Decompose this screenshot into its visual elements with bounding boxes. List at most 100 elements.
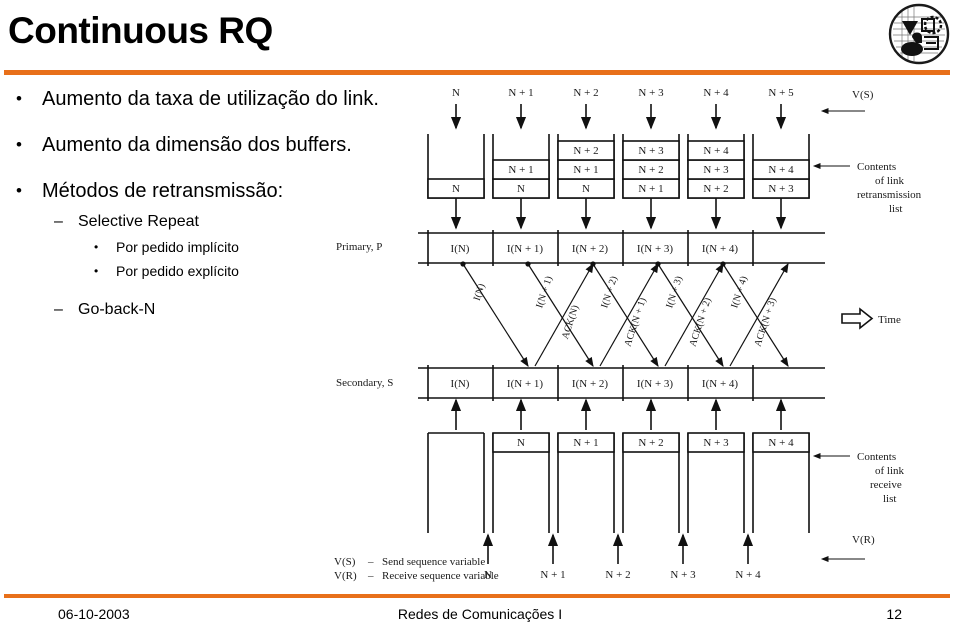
bottom-label: N + 3 xyxy=(670,569,696,581)
legend-eq: – xyxy=(367,570,374,582)
tx-cell: N + 3 xyxy=(638,145,664,157)
tx-cell: N + 4 xyxy=(768,164,794,176)
primary-label: Primary, P xyxy=(336,241,382,253)
top-label: N + 4 xyxy=(703,87,729,99)
tx-stack-0: N xyxy=(427,134,485,199)
receive-list-note: Contents of link receive list xyxy=(812,451,905,505)
top-label: N + 3 xyxy=(638,87,664,99)
title-divider xyxy=(4,70,950,75)
tx-cell: N xyxy=(517,183,525,195)
primary-axis: Primary, P I(N) I(N + 1) I(N + 2) I(N + … xyxy=(336,230,825,266)
top-label: N xyxy=(452,87,460,99)
tx-cell: N xyxy=(452,183,460,195)
tx-input-arrows xyxy=(450,104,787,130)
footer-divider xyxy=(4,594,950,598)
upward-ack-arrows: ACK(N) ACK(N + 1) ACK(N + 2) ACK(N + 3) xyxy=(534,262,789,367)
bullet-marker: – xyxy=(54,301,63,318)
tx-cell: N + 2 xyxy=(703,183,728,195)
rx-cell: N + 3 xyxy=(703,437,729,449)
top-sequence-labels: N N + 1 N + 2 N + 3 N + 4 N + 5 xyxy=(452,87,794,99)
tx-cell: N + 3 xyxy=(768,183,794,195)
bullet-marker: • xyxy=(16,89,22,108)
secondary-frame: I(N + 2) xyxy=(572,378,608,390)
diag-label: I(N + 4) xyxy=(729,275,750,310)
rx-cell: N + 2 xyxy=(638,437,663,449)
vs-label: V(S) xyxy=(852,89,874,101)
vs-indicator: V(S) xyxy=(820,89,874,115)
rx-stack-2: N + 1 xyxy=(557,432,615,533)
legend-eq: – xyxy=(367,556,374,568)
rx-stack-3: N + 2 xyxy=(622,432,680,533)
faculty-emblem-logo xyxy=(888,3,950,65)
bottom-label: N + 4 xyxy=(735,569,761,581)
bullet-marker: – xyxy=(54,213,63,230)
primary-frame: I(N) xyxy=(451,243,470,255)
footer: 06-10-2003 Redes de Comunicações I 12 xyxy=(0,604,960,628)
retransmission-list-note: Contents of link retransmission list xyxy=(812,161,922,215)
tx-cell: N + 1 xyxy=(638,183,663,195)
secondary-frame: I(N + 4) xyxy=(702,378,738,390)
secondary-frame: I(N + 3) xyxy=(637,378,673,390)
tx-cell: N + 4 xyxy=(703,145,729,157)
bullet-marker: • xyxy=(94,240,99,254)
tx-cell: N + 3 xyxy=(703,164,729,176)
tx-stack-4: N + 2 N + 3 N + 4 xyxy=(687,134,745,199)
tx-cell: N + 1 xyxy=(508,164,533,176)
note-line: list xyxy=(883,493,896,505)
primary-frame: I(N + 3) xyxy=(637,243,673,255)
rx-stack-5: N + 4 xyxy=(752,432,810,533)
note-line: retransmission xyxy=(857,189,922,201)
tx-stack-1: N N + 1 xyxy=(492,134,550,199)
legend-desc: Send sequence variable xyxy=(382,556,485,568)
diag-label: I(N + 1) xyxy=(534,275,555,310)
diag-label: I(N + 3) xyxy=(664,275,685,310)
secondary-frame: I(N) xyxy=(451,378,470,390)
tx-cell: N + 1 xyxy=(573,164,598,176)
vr-label: V(R) xyxy=(852,534,875,546)
diag-label: I(N + 2) xyxy=(599,275,620,310)
diagram-legend: V(S) – Send sequence variable V(R) – Rec… xyxy=(334,556,499,582)
note-line: list xyxy=(889,203,902,215)
note-line: Contents xyxy=(857,451,896,463)
rx-to-secondary-arrows xyxy=(450,398,787,430)
ack-label: ACK(N) xyxy=(560,304,581,341)
rx-cell: N + 1 xyxy=(573,437,598,449)
bottom-delivery-arrows: N N + 1 N + 2 N + 3 N + 4 xyxy=(482,533,761,581)
primary-frame: I(N + 2) xyxy=(572,243,608,255)
top-label: N + 5 xyxy=(768,87,794,99)
tx-stack-3: N + 1 N + 2 N + 3 xyxy=(622,134,680,199)
top-label: N + 1 xyxy=(508,87,533,99)
tx-to-primary-arrows xyxy=(450,198,787,230)
legend-symbol: V(R) xyxy=(334,570,357,582)
secondary-label: Secondary, S xyxy=(336,377,393,389)
vr-indicator: V(R) xyxy=(820,534,875,563)
note-line: of link xyxy=(875,465,905,477)
primary-frame: I(N + 4) xyxy=(702,243,738,255)
time-indicator: Time xyxy=(841,307,901,330)
tx-cell: N xyxy=(582,183,590,195)
rx-stack-0 xyxy=(427,432,485,533)
legend-symbol: V(S) xyxy=(334,556,356,568)
ack-label: ACK(N + 2) xyxy=(688,296,714,348)
primary-frame: I(N + 1) xyxy=(507,243,543,255)
ack-label: ACK(N + 3) xyxy=(753,296,779,348)
continuous-rq-timing-diagram: N N + 1 N + 2 N + 3 N + 4 N + 5 V(S) N N… xyxy=(330,78,960,583)
footer-course: Redes de Comunicações I xyxy=(397,606,563,622)
bottom-label: N + 2 xyxy=(605,569,630,581)
note-line: receive xyxy=(870,479,902,491)
rx-stack-4: N + 3 xyxy=(687,432,745,533)
note-line: of link xyxy=(875,175,905,187)
page-title: Continuous RQ xyxy=(8,10,273,51)
top-label: N + 2 xyxy=(573,87,598,99)
rx-cell: N xyxy=(517,437,525,449)
time-label: Time xyxy=(878,314,901,326)
bullet-marker: • xyxy=(16,135,22,154)
bullet-marker: • xyxy=(94,264,99,278)
rx-stack-1: N xyxy=(492,432,550,533)
note-line: Contents xyxy=(857,161,896,173)
tx-cell: N + 2 xyxy=(638,164,663,176)
secondary-axis: Secondary, S I(N) I(N + 1) I(N + 2) I(N … xyxy=(336,365,825,401)
tx-stack-2: N N + 1 N + 2 xyxy=(557,134,615,199)
legend-desc: Receive sequence variable xyxy=(382,570,499,582)
tx-cell: N + 2 xyxy=(573,145,598,157)
